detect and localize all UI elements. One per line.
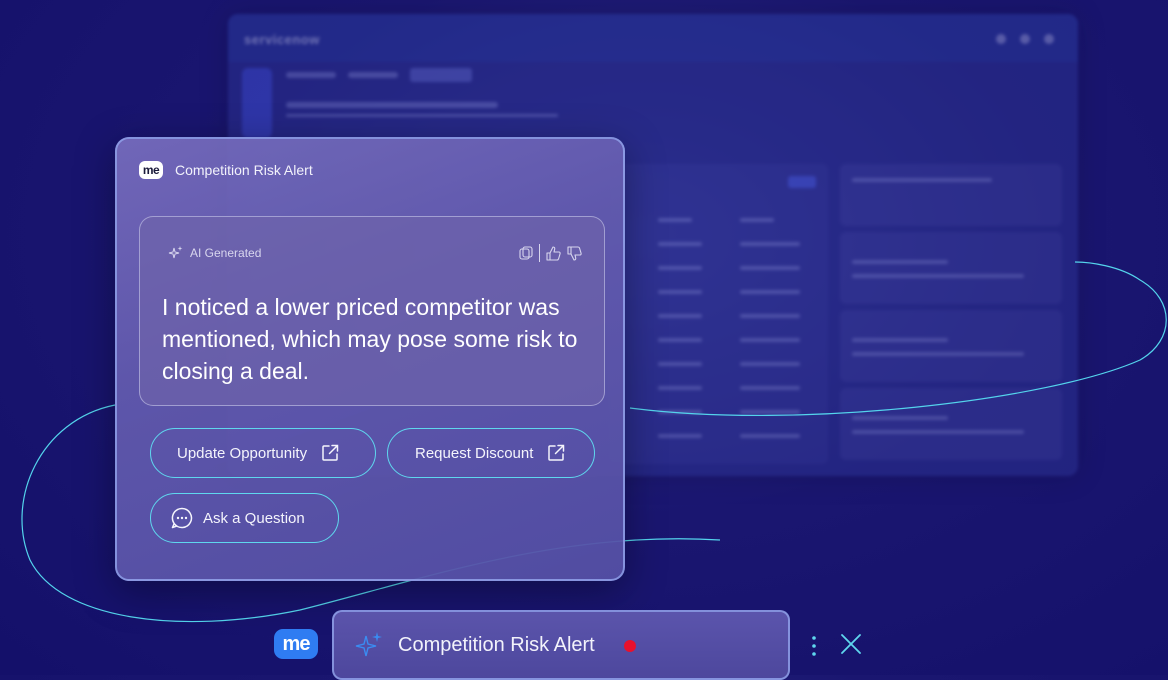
close-icon[interactable]	[840, 633, 862, 655]
update-opportunity-button[interactable]: Update Opportunity	[150, 428, 376, 478]
me-app-icon[interactable]: me	[274, 629, 318, 659]
ai-generated-text: AI Generated	[190, 246, 262, 260]
card-header: me Competition Risk Alert	[139, 161, 313, 179]
ai-message-box: AI Generated I noticed a lower priced co…	[139, 216, 605, 406]
ask-question-button[interactable]: Ask a Question	[150, 493, 339, 543]
update-opportunity-label: Update Opportunity	[177, 444, 308, 462]
ai-generated-label: AI Generated	[168, 245, 261, 261]
alert-bar-title: Competition Risk Alert	[398, 634, 595, 656]
toolbar-divider	[538, 244, 540, 262]
card-title: Competition Risk Alert	[175, 162, 313, 178]
ai-message-text: I noticed a lower priced competitor was …	[162, 294, 578, 384]
feedback-toolbar	[518, 244, 583, 262]
copy-icon[interactable]	[518, 246, 533, 260]
sparkle-icon	[168, 246, 183, 259]
more-options-icon[interactable]	[810, 634, 818, 658]
thumbs-up-icon[interactable]	[546, 245, 561, 261]
sparkle-icon	[355, 632, 382, 657]
alert-notification-bar[interactable]: Competition Risk Alert	[332, 610, 790, 680]
alert-card: me Competition Risk Alert AI Generated I…	[115, 137, 625, 581]
ask-question-label: Ask a Question	[203, 509, 305, 527]
chat-bubble-icon	[171, 507, 193, 529]
request-discount-button[interactable]: Request Discount	[387, 428, 595, 478]
external-link-icon	[322, 444, 339, 461]
external-link-icon	[548, 444, 565, 461]
me-logo-icon: me	[139, 161, 163, 179]
alert-status-dot	[624, 640, 636, 652]
request-discount-label: Request Discount	[415, 444, 534, 462]
thumbs-down-icon[interactable]	[567, 245, 582, 261]
decorative-curve-right	[629, 261, 1167, 417]
